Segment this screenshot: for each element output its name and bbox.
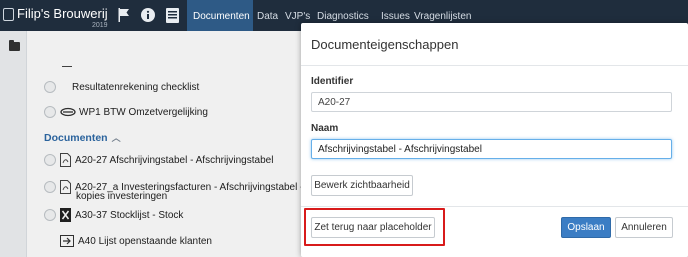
- dash-separator: [62, 66, 72, 67]
- list-item[interactable]: A20-27 Afschrijvingstabel - Afschrijving…: [44, 150, 273, 170]
- document-properties-dialog: Documenteigenschappen Identifier Naam Be…: [301, 23, 688, 257]
- list-item-label-continued: kopies investeringen: [76, 191, 168, 202]
- info-icon[interactable]: [141, 8, 155, 22]
- folder-user-icon[interactable]: [9, 40, 20, 51]
- app-name[interactable]: Filip's Brouwerij: [17, 6, 108, 21]
- tab-documenten[interactable]: Documenten: [187, 0, 253, 31]
- list-item-label: A30-37 Stocklijst - Stock: [75, 209, 184, 221]
- pdf-file-icon: [60, 180, 71, 194]
- identifier-label: Identifier: [311, 76, 354, 87]
- import-icon: [60, 235, 74, 247]
- app-logo-icon: [3, 8, 14, 21]
- cancel-button[interactable]: Annuleren: [615, 217, 673, 238]
- naam-field[interactable]: [311, 139, 672, 159]
- dialog-divider: [301, 65, 688, 66]
- list-item[interactable]: A40 Lijst openstaande klanten: [44, 231, 212, 251]
- section-header-documenten[interactable]: Documenten ︿: [44, 131, 121, 144]
- list-item[interactable]: Resultatenrekening checklist: [44, 77, 199, 97]
- app-year: 2019: [92, 22, 108, 29]
- radio-button[interactable]: [44, 154, 56, 166]
- excel-file-icon: [60, 208, 71, 222]
- left-sidebar: [0, 31, 27, 257]
- list-item-label: A20-27 Afschrijvingstabel - Afschrijving…: [75, 154, 274, 166]
- tab-data[interactable]: Data: [257, 0, 278, 31]
- save-button[interactable]: Opslaan: [561, 217, 611, 238]
- chevron-up-icon[interactable]: ︿: [112, 131, 121, 144]
- list-item-label: Resultatenrekening checklist: [72, 81, 200, 93]
- link-icon: [60, 107, 76, 117]
- naam-label: Naam: [311, 123, 339, 134]
- flag-icon[interactable]: [118, 8, 130, 22]
- list-item[interactable]: A30-37 Stocklijst - Stock: [44, 205, 183, 225]
- edit-visibility-button[interactable]: Bewerk zichtbaarheid: [311, 175, 413, 196]
- list-item[interactable]: WP1 BTW Omzetvergelijking: [44, 102, 208, 122]
- radio-button[interactable]: [44, 106, 56, 118]
- radio-button[interactable]: [44, 209, 56, 221]
- dialog-footer-divider: [301, 206, 688, 207]
- document-icon[interactable]: [166, 8, 179, 23]
- list-item-label: A40 Lijst openstaande klanten: [78, 235, 212, 247]
- reset-placeholder-button[interactable]: Zet terug naar placeholder: [311, 217, 435, 238]
- identifier-field[interactable]: [311, 92, 672, 112]
- radio-button[interactable]: [44, 81, 56, 93]
- dialog-title: Documenteigenschappen: [311, 37, 459, 52]
- radio-button[interactable]: [44, 181, 56, 193]
- pdf-file-icon: [60, 153, 71, 167]
- list-item-label: WP1 BTW Omzetvergelijking: [79, 106, 208, 118]
